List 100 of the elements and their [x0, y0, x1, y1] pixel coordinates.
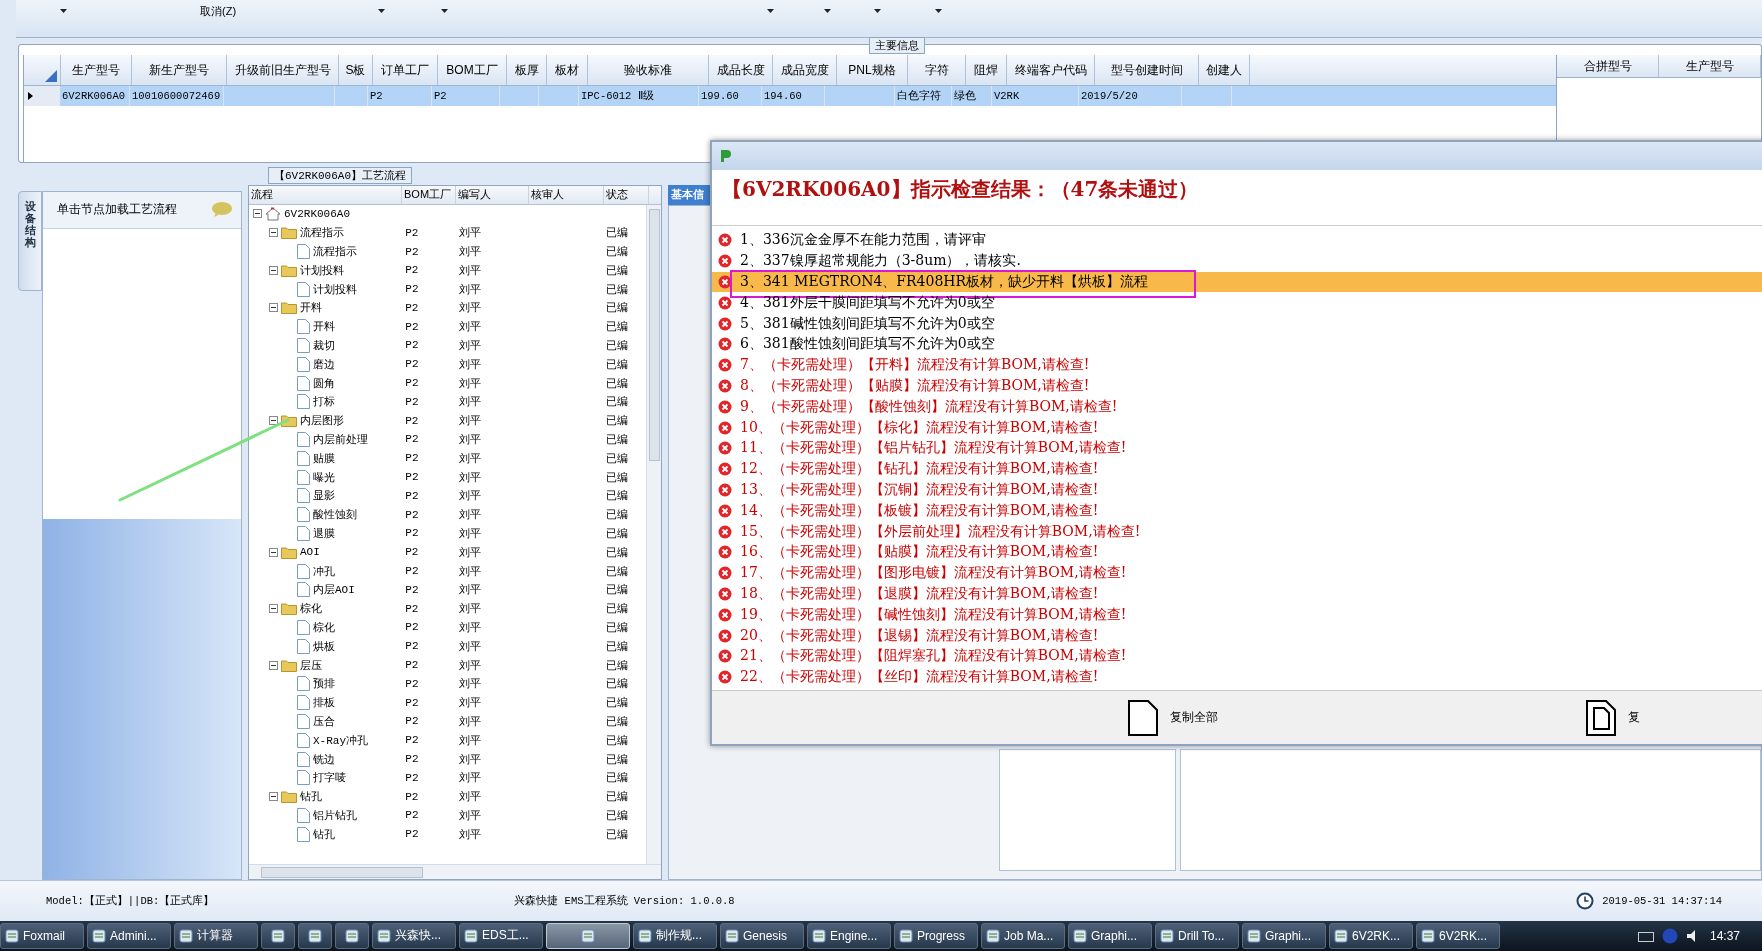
column-header[interactable]: 状态	[604, 185, 649, 204]
collapse-icon[interactable]	[269, 303, 278, 313]
result-item[interactable]: 14、（卡死需处理）【板镀】流程没有计算BOM,请检查!	[712, 500, 1762, 522]
tree-node[interactable]: 裁切	[313, 338, 335, 353]
taskbar-button[interactable]	[298, 922, 332, 949]
tree-node[interactable]: 棕化	[313, 619, 335, 635]
column-header[interactable]: 阻焊	[966, 55, 1007, 86]
taskbar-button[interactable]: Graphi...	[1068, 922, 1152, 949]
side-tab[interactable]: 设备结构	[18, 190, 42, 291]
result-item[interactable]: 16、（卡死需处理）【贴膜】流程没有计算BOM,请检查!	[712, 541, 1762, 563]
caret-icon[interactable]	[824, 9, 831, 13]
column-header[interactable]: 订单工厂	[373, 55, 438, 86]
collapse-icon[interactable]	[269, 265, 278, 275]
tree-node[interactable]: 压合	[313, 713, 335, 729]
collapse-icon[interactable]	[269, 660, 278, 670]
result-item[interactable]: 2、337镍厚超常规能力（3-8um），请核实.	[712, 250, 1762, 272]
column-header[interactable]: 核审人	[529, 185, 604, 204]
tree-node[interactable]: AOI	[300, 546, 320, 559]
column-header[interactable]: S板	[339, 55, 373, 86]
taskbar-button[interactable]: Engine...	[807, 922, 891, 949]
taskbar-button[interactable]: 制作规...	[633, 922, 717, 949]
tree-node[interactable]: 显影	[313, 488, 335, 504]
panel-tab[interactable]: 基本信	[668, 184, 711, 205]
result-item[interactable]: 9、（卡死需处理）【酸性蚀刻】流程没有计算BOM,请检查!	[712, 396, 1762, 418]
tree-node[interactable]: 开料	[313, 319, 335, 335]
result-item[interactable]: 12、（卡死需处理）【钻孔】流程没有计算BOM,请检查!	[712, 458, 1762, 480]
caret-icon[interactable]	[378, 9, 385, 13]
tree-node[interactable]: 酸性蚀刻	[313, 507, 357, 523]
column-header[interactable]: 板材	[547, 55, 588, 86]
column-header[interactable]: 合拼型号	[1557, 55, 1659, 78]
tree-node[interactable]: 钻孔	[313, 826, 335, 842]
column-header[interactable]: 验收标准	[588, 55, 709, 86]
tree-node[interactable]: 预排	[313, 676, 335, 692]
column-header[interactable]: 字符	[908, 55, 966, 86]
column-header[interactable]: 型号创建时间	[1095, 55, 1199, 86]
result-item[interactable]: 7、（卡死需处理）【开料】流程没有计算BOM,请检查!	[712, 354, 1762, 376]
result-item[interactable]: 10、（卡死需处理）【棕化】流程没有计算BOM,请检查!	[712, 417, 1762, 438]
caret-icon[interactable]	[767, 9, 774, 13]
tree-node[interactable]: 棕化	[300, 601, 322, 617]
caret-icon[interactable]	[60, 9, 67, 13]
result-item[interactable]: 8、（卡死需处理）【贴膜】流程没有计算BOM,请检查!	[712, 375, 1762, 397]
tree-node[interactable]: 打标	[313, 394, 335, 410]
caret-icon[interactable]	[935, 9, 942, 13]
result-item[interactable]: 15、（卡死需处理）【外层前处理】流程没有计算BOM,请检查!	[712, 521, 1762, 542]
taskbar-button[interactable]: 兴森快...	[372, 922, 456, 949]
tree-node[interactable]: 流程指示	[300, 225, 344, 241]
column-header[interactable]: BOM工厂	[402, 185, 456, 204]
taskbar-button[interactable]: Admini...	[87, 922, 171, 949]
taskbar-button[interactable]	[261, 922, 295, 949]
tree-node[interactable]: 磨边	[313, 356, 335, 372]
taskbar-button[interactable]: 计算器	[174, 922, 258, 949]
collapse-icon[interactable]	[269, 547, 278, 557]
tree-node[interactable]: 6V2RK006A0	[284, 207, 350, 220]
tree-node[interactable]: 烘板	[313, 638, 335, 654]
collapse-icon[interactable]	[269, 228, 278, 238]
tree-node[interactable]: 打字唛	[313, 770, 346, 786]
tree-node[interactable]: 内层图形	[300, 413, 344, 429]
column-header[interactable]: 生产型号	[61, 55, 132, 86]
tree-node[interactable]: X-Ray冲孔	[313, 732, 368, 748]
result-item[interactable]: 13、（卡死需处理）【沉铜】流程没有计算BOM,请检查!	[712, 479, 1762, 501]
result-item[interactable]: 11、（卡死需处理）【铝片钻孔】流程没有计算BOM,请检查!	[712, 437, 1762, 459]
tree-node[interactable]: 铝片钻孔	[313, 807, 357, 823]
taskbar-button[interactable]: EDS工...	[459, 922, 543, 949]
taskbar-button[interactable]: Genesis	[720, 922, 804, 949]
taskbar-button[interactable]: Drill To...	[1155, 922, 1239, 949]
cancel-menu-item[interactable]: 取消(Z)	[200, 4, 237, 19]
column-header[interactable]: 成品宽度	[773, 55, 837, 86]
copy-button[interactable]: 复	[1582, 695, 1644, 740]
tree-node[interactable]: 排板	[313, 695, 335, 711]
result-item[interactable]: 5、381碱性蚀刻间距填写不允许为0或空	[712, 313, 1762, 334]
tree-node[interactable]: 内层前处理	[313, 431, 368, 447]
column-header[interactable]: PNL规格	[837, 55, 908, 86]
caret-icon[interactable]	[441, 9, 448, 13]
column-header[interactable]: 流程	[249, 185, 402, 204]
result-item[interactable]: 20、（卡死需处理）【退锡】流程没有计算BOM,请检查!	[712, 625, 1762, 646]
result-item[interactable]: 3、341 MEGTRON4、FR408HR板材，缺少开料【烘板】流程	[712, 271, 1762, 293]
taskbar-button[interactable]	[335, 922, 369, 949]
tree-node[interactable]: 计划投料	[300, 262, 344, 278]
keyboard-icon[interactable]	[1637, 929, 1654, 942]
tree-node[interactable]: 曝光	[313, 469, 335, 485]
column-header[interactable]: 生产型号	[1659, 55, 1761, 78]
result-item[interactable]: 17、（卡死需处理）【图形电镀】流程没有计算BOM,请检查!	[712, 562, 1762, 584]
scroll-thumb[interactable]	[648, 208, 660, 461]
tree-node[interactable]: 开料	[300, 300, 322, 316]
tree-node[interactable]: 冲孔	[313, 563, 335, 579]
caret-icon[interactable]	[874, 9, 881, 13]
column-header[interactable]: 编写人	[456, 185, 529, 204]
tree-node[interactable]: 流程指示	[313, 244, 357, 259]
collapse-icon[interactable]	[269, 416, 278, 426]
column-header[interactable]: BOM工厂	[438, 55, 507, 86]
taskbar-clock[interactable]: 14:37	[1709, 928, 1740, 943]
tree-node[interactable]: 圆角	[313, 375, 335, 391]
tree-node[interactable]: 贴膜	[313, 450, 335, 466]
result-item[interactable]: 6、381酸性蚀刻间距填写不允许为0或空	[712, 334, 1762, 355]
column-header[interactable]: 成品长度	[709, 55, 773, 86]
result-item[interactable]: 21、（卡死需处理）【阻焊塞孔】流程没有计算BOM,请检查!	[712, 645, 1762, 667]
result-item[interactable]: 18、（卡死需处理）【退膜】流程没有计算BOM,请检查!	[712, 583, 1762, 605]
tree-node[interactable]: 内层AOI	[313, 582, 355, 598]
column-header[interactable]: 板厚	[507, 55, 547, 86]
tree-node[interactable]: 铣边	[313, 751, 335, 767]
